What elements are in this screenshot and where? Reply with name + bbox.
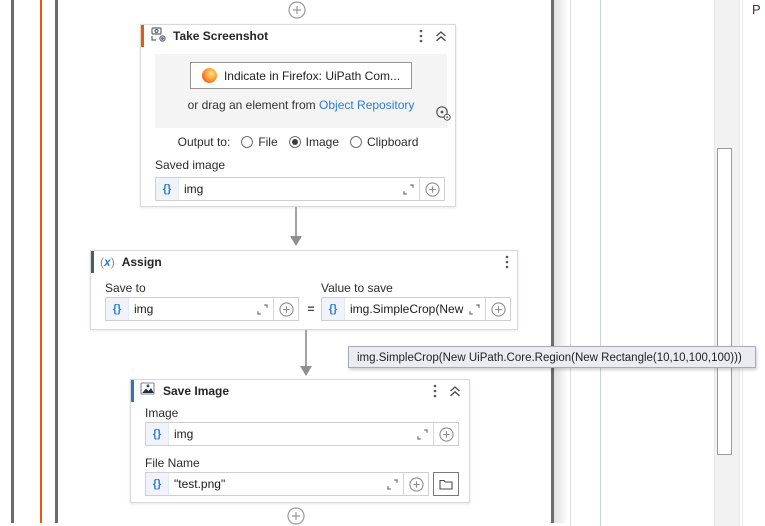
assign-header[interactable]: (x) Assign: [91, 251, 517, 273]
saved-image-input[interactable]: {} img: [155, 177, 445, 201]
plus-circle-icon: [288, 1, 306, 23]
save-to-label: Save to: [105, 281, 146, 295]
save-to-input[interactable]: {} img: [105, 297, 299, 321]
save-to-value[interactable]: img: [129, 302, 252, 316]
collapse-button[interactable]: [449, 385, 461, 397]
radio-file[interactable]: File: [241, 135, 278, 149]
indicate-section: Indicate in Firefox: UiPath Com... or dr…: [155, 54, 451, 128]
expression-braces-icon: {}: [156, 178, 179, 200]
activity-title: Save Image: [163, 384, 230, 398]
value-to-save-input[interactable]: {} img.SimpleCrop(New UiPath.Core.Region…: [321, 297, 511, 321]
object-repository-link[interactable]: Object Repository: [319, 98, 414, 112]
add-expression-button[interactable]: [419, 178, 444, 200]
saved-image-label: Saved image: [155, 158, 226, 172]
radio-circle-checked-icon: [288, 136, 301, 148]
activity-assign[interactable]: (x) Assign Save to {} img = Value to sav…: [90, 250, 518, 330]
take-screenshot-header[interactable]: Take Screenshot: [141, 25, 455, 47]
file-name-input[interactable]: {} "test.png": [145, 472, 429, 496]
indicate-in-firefox-button[interactable]: Indicate in Firefox: UiPath Com...: [189, 62, 413, 89]
add-activity-button-top[interactable]: [288, 1, 306, 19]
assign-icon: (x): [100, 255, 115, 269]
panel-divider-3: [742, 0, 743, 526]
expression-tooltip: img.SimpleCrop(New UiPath.Core.Region(Ne…: [348, 346, 756, 368]
assign-icon-close: ): [110, 255, 115, 269]
save-image-icon: [140, 381, 156, 401]
value-to-save-input-row: {} img.SimpleCrop(New UiPath.Core.Region…: [321, 297, 511, 321]
value-to-save-label: Value to save: [321, 281, 393, 295]
equals-sign: =: [307, 302, 315, 316]
value-to-save-value[interactable]: img.SimpleCrop(New UiPath.Core.Region(Ne…: [345, 302, 464, 316]
open-expression-editor-icon[interactable]: [464, 303, 485, 315]
radio-file-label: File: [258, 135, 278, 149]
add-activity-button-bottom[interactable]: [287, 507, 305, 525]
expression-braces-icon: {}: [106, 298, 129, 320]
connector-line: [295, 207, 297, 237]
activity-menu-button[interactable]: [419, 29, 423, 43]
canvas-edge-shadow: [554, 0, 568, 523]
container-border-left-outer: [11, 0, 14, 523]
output-to-row: Output to: File Image Clipboard: [141, 135, 455, 149]
open-expression-editor-icon[interactable]: [382, 478, 403, 490]
add-expression-button[interactable]: [433, 423, 458, 445]
collapse-button[interactable]: [435, 30, 447, 42]
file-name-label: File Name: [145, 456, 200, 470]
take-screenshot-icon: [150, 26, 166, 47]
drag-element-text: or drag an element from Object Repositor…: [188, 98, 415, 112]
saved-image-input-row: {} img: [155, 177, 445, 201]
expression-braces-icon: {}: [146, 473, 169, 495]
radio-clipboard[interactable]: Clipboard: [350, 135, 418, 149]
open-expression-editor-icon[interactable]: [398, 183, 419, 195]
connector-line: [305, 330, 307, 367]
properties-panel-title-partial: P: [752, 2, 761, 17]
radio-clipboard-label: Clipboard: [367, 135, 419, 149]
workflow-canvas: P Take Screenshot Indicate in Firefox: U…: [0, 0, 765, 526]
expression-braces-icon: {}: [322, 298, 345, 320]
container-border-left-highlight: [40, 0, 42, 523]
activity-menu-button[interactable]: [505, 255, 509, 269]
radio-image-label: Image: [305, 135, 340, 149]
radio-image[interactable]: Image: [288, 135, 340, 149]
browse-file-button[interactable]: [433, 472, 459, 496]
image-label: Image: [145, 406, 179, 420]
indicate-target-icon[interactable]: [435, 105, 451, 126]
file-name-value[interactable]: "test.png": [169, 477, 382, 491]
expression-braces-icon: {}: [146, 423, 169, 445]
indicate-button-label: Indicate in Firefox: UiPath Com...: [223, 68, 401, 83]
container-border-left-inner: [55, 0, 58, 523]
activity-title: Take Screenshot: [173, 29, 269, 43]
connector-arrowhead: [300, 366, 312, 376]
panel-divider-1: [570, 0, 571, 526]
saved-image-value[interactable]: img: [179, 182, 398, 196]
plus-circle-icon: [287, 507, 305, 526]
radio-circle-icon: [241, 136, 254, 148]
panel-divider-2: [600, 0, 601, 526]
image-value[interactable]: img: [169, 427, 412, 441]
activity-title: Assign: [121, 255, 162, 269]
add-expression-button[interactable]: [485, 298, 510, 320]
image-input[interactable]: {} img: [145, 422, 459, 446]
radio-circle-icon: [350, 136, 363, 148]
add-expression-button[interactable]: [403, 473, 428, 495]
activity-take-screenshot[interactable]: Take Screenshot Indicate in Firefox: UiP…: [140, 24, 456, 207]
vertical-scrollbar-thumb[interactable]: [717, 148, 732, 455]
activity-menu-button[interactable]: [433, 384, 437, 398]
folder-icon: [439, 479, 453, 490]
firefox-icon: [201, 68, 217, 83]
assign-icon-x: x: [104, 255, 111, 269]
add-expression-button[interactable]: [273, 298, 298, 320]
save-image-header[interactable]: Save Image: [131, 380, 469, 402]
connector-arrowhead: [290, 236, 302, 246]
image-input-row: {} img: [145, 422, 459, 446]
file-name-input-row: {} "test.png": [145, 472, 459, 496]
open-expression-editor-icon[interactable]: [252, 303, 273, 315]
output-to-label: Output to:: [177, 135, 231, 149]
save-to-input-row: {} img: [105, 297, 299, 321]
open-expression-editor-icon[interactable]: [412, 428, 433, 440]
drag-prefix-text: or drag an element from: [187, 98, 316, 112]
activity-save-image[interactable]: Save Image Image {} img File Name {} "te…: [130, 379, 470, 503]
